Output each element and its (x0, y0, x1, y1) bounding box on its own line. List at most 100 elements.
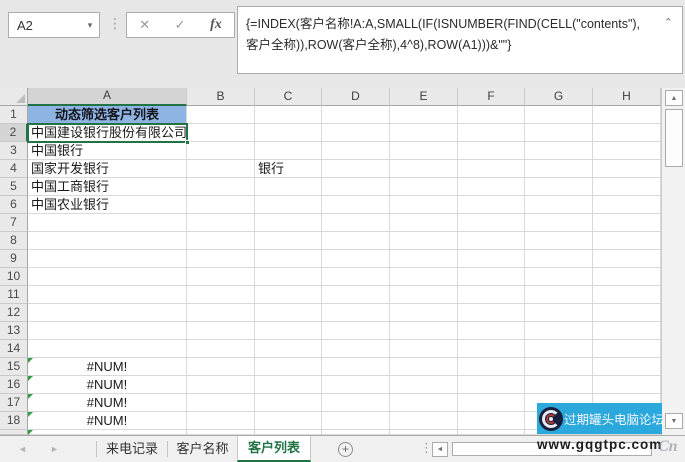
cell-A8[interactable] (28, 232, 187, 250)
cell-C12[interactable] (255, 304, 322, 322)
cell-A7[interactable] (28, 214, 187, 232)
cell-C11[interactable] (255, 286, 322, 304)
cell-F18[interactable] (458, 412, 525, 430)
cell-H6[interactable] (593, 196, 661, 214)
cell-D1[interactable] (322, 106, 390, 124)
column-header-H[interactable]: H (593, 88, 661, 106)
column-header-F[interactable]: F (458, 88, 525, 106)
cell-A16[interactable]: #NUM! (28, 376, 187, 394)
cell-B8[interactable] (187, 232, 255, 250)
cell-A14[interactable] (28, 340, 187, 358)
cell-H13[interactable] (593, 322, 661, 340)
cell-F5[interactable] (458, 178, 525, 196)
column-header-B[interactable]: B (187, 88, 255, 106)
cell-H8[interactable] (593, 232, 661, 250)
cell-C14[interactable] (255, 340, 322, 358)
cell-F4[interactable] (458, 160, 525, 178)
cell-B13[interactable] (187, 322, 255, 340)
cell-C4[interactable]: 银行 (255, 160, 322, 178)
confirm-icon[interactable]: ✓ (175, 17, 186, 33)
cell-E7[interactable] (390, 214, 458, 232)
cell-E13[interactable] (390, 322, 458, 340)
cell-C10[interactable] (255, 268, 322, 286)
column-header-E[interactable]: E (390, 88, 458, 106)
cell-A15[interactable]: #NUM! (28, 358, 187, 376)
select-all-button[interactable] (0, 88, 28, 106)
cell-B4[interactable] (187, 160, 255, 178)
cell-B17[interactable] (187, 394, 255, 412)
cell-C7[interactable] (255, 214, 322, 232)
cell-H15[interactable] (593, 358, 661, 376)
formula-text[interactable]: {=INDEX(客户名称!A:A,SMALL(IF(ISNUMBER(FIND(… (238, 7, 682, 56)
insert-function-icon[interactable]: fx (210, 17, 222, 33)
row-header-10[interactable]: 10 (0, 268, 28, 286)
cell-A3[interactable]: 中国银行 (28, 142, 187, 160)
formula-bar[interactable]: {=INDEX(客户名称!A:A,SMALL(IF(ISNUMBER(FIND(… (237, 6, 683, 74)
fill-handle[interactable] (185, 140, 190, 145)
cell-C3[interactable] (255, 142, 322, 160)
cell-B16[interactable] (187, 376, 255, 394)
cell-B10[interactable] (187, 268, 255, 286)
cell-B3[interactable] (187, 142, 255, 160)
row-header-1[interactable]: 1 (0, 106, 28, 124)
row-header-12[interactable]: 12 (0, 304, 28, 322)
cell-E2[interactable] (390, 124, 458, 142)
column-header-D[interactable]: D (322, 88, 390, 106)
cell-D10[interactable] (322, 268, 390, 286)
name-box[interactable]: A2 ▾ (8, 12, 100, 38)
cell-A1[interactable]: 动态筛选客户列表 (28, 106, 187, 124)
cell-F1[interactable] (458, 106, 525, 124)
cell-B1[interactable] (187, 106, 255, 124)
row-header-16[interactable]: 16 (0, 376, 28, 394)
cell-F17[interactable] (458, 394, 525, 412)
column-header-G[interactable]: G (525, 88, 593, 106)
cell-G6[interactable] (525, 196, 593, 214)
cell-G5[interactable] (525, 178, 593, 196)
cell-B6[interactable] (187, 196, 255, 214)
sheet-tab-customer-list[interactable]: 客户列表 (237, 436, 311, 462)
cell-A9[interactable] (28, 250, 187, 268)
cell-A6[interactable]: 中国农业银行 (28, 196, 187, 214)
cell-H11[interactable] (593, 286, 661, 304)
cell-D17[interactable] (322, 394, 390, 412)
cell-E3[interactable] (390, 142, 458, 160)
cell-F3[interactable] (458, 142, 525, 160)
cell-C6[interactable] (255, 196, 322, 214)
cell-E6[interactable] (390, 196, 458, 214)
row-header-17[interactable]: 17 (0, 394, 28, 412)
cell-H12[interactable] (593, 304, 661, 322)
cell-E11[interactable] (390, 286, 458, 304)
cell-A17[interactable]: #NUM! (28, 394, 187, 412)
cell-H1[interactable] (593, 106, 661, 124)
cell-G8[interactable] (525, 232, 593, 250)
cell-B7[interactable] (187, 214, 255, 232)
cell-G15[interactable] (525, 358, 593, 376)
cell-C15[interactable] (255, 358, 322, 376)
cell-G4[interactable] (525, 160, 593, 178)
cell-H9[interactable] (593, 250, 661, 268)
cell-H2[interactable] (593, 124, 661, 142)
cell-F9[interactable] (458, 250, 525, 268)
cell-D4[interactable] (322, 160, 390, 178)
horizontal-scrollbar-thumb[interactable] (452, 442, 652, 456)
cell-D8[interactable] (322, 232, 390, 250)
cell-H17[interactable] (593, 394, 661, 412)
cell-E1[interactable] (390, 106, 458, 124)
cell-D5[interactable] (322, 178, 390, 196)
sheet-tab-customer-names[interactable]: 客户名称 (168, 436, 237, 462)
cell-E4[interactable] (390, 160, 458, 178)
cell-H3[interactable] (593, 142, 661, 160)
cell-A11[interactable] (28, 286, 187, 304)
cell-E18[interactable] (390, 412, 458, 430)
cell-G11[interactable] (525, 286, 593, 304)
add-sheet-icon[interactable]: + (338, 442, 353, 457)
cell-F2[interactable] (458, 124, 525, 142)
cell-A4[interactable]: 国家开发银行 (28, 160, 187, 178)
cell-C2[interactable] (255, 124, 322, 142)
row-header-4[interactable]: 4 (0, 160, 28, 178)
cell-F16[interactable] (458, 376, 525, 394)
cell-D16[interactable] (322, 376, 390, 394)
row-header-6[interactable]: 6 (0, 196, 28, 214)
row-header-18[interactable]: 18 (0, 412, 28, 430)
cell-E5[interactable] (390, 178, 458, 196)
